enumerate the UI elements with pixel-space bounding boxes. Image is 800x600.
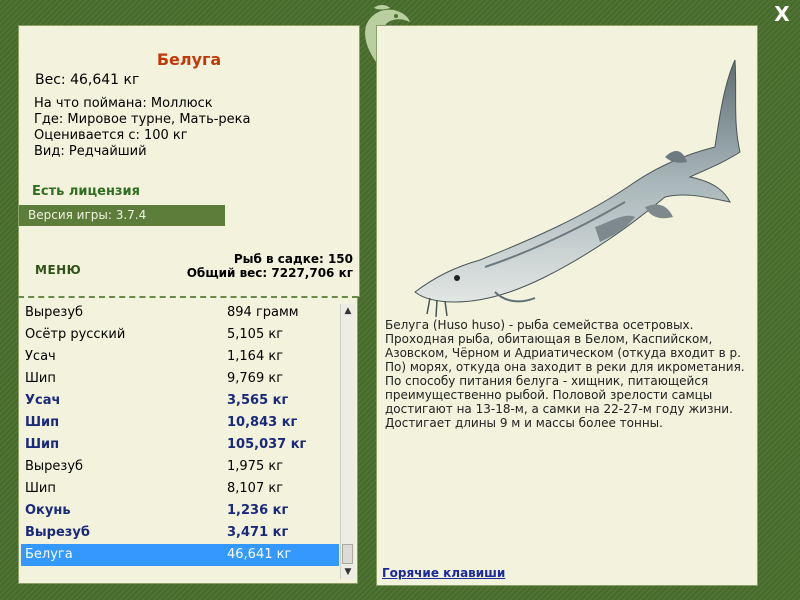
catch-list-panel: Вырезуб 894 грамм Осётр русский 5,105 кг У… <box>18 296 358 584</box>
item-name: Окунь <box>25 503 71 518</box>
list-item[interactable]: Шип 105,037 кг <box>21 434 339 456</box>
scroll-down-icon[interactable]: ▼ <box>341 565 355 579</box>
location: Где: Мировое турне, Мать-река <box>34 112 251 127</box>
item-weight: 105,037 кг <box>227 437 307 452</box>
item-name: Усач <box>25 393 61 408</box>
list-item[interactable]: Усач 3,565 кг <box>21 390 339 412</box>
item-name: Вырезуб <box>25 305 84 320</box>
rarity: Вид: Редчайший <box>34 144 147 159</box>
list-item[interactable]: Белуга 46,641 кг <box>21 544 339 566</box>
item-name: Шип <box>25 415 60 430</box>
valued-from: Оценивается с: 100 кг <box>34 128 188 143</box>
fish-title: Белуга <box>156 50 222 69</box>
list-item[interactable]: Шип 10,843 кг <box>21 412 339 434</box>
fish-count: Рыб в садке: 150 <box>233 252 353 266</box>
close-button[interactable]: X <box>772 4 792 24</box>
keepnet-stats: Рыб в садке: 150 Общий вес: 7227,706 кг <box>187 252 353 280</box>
list-item[interactable]: Вырезуб 894 грамм <box>21 302 339 324</box>
list-item[interactable]: Вырезуб 1,975 кг <box>21 456 339 478</box>
list-item[interactable]: Вырезуб 3,471 кг <box>21 522 339 544</box>
item-name: Белуга <box>25 547 73 562</box>
item-weight: 1,975 кг <box>227 459 284 474</box>
item-weight: 10,843 кг <box>227 415 298 430</box>
fish-description-panel: Белуга (Huso huso) - рыба семейства осет… <box>376 25 758 586</box>
caught-on: На что поймана: Моллюск <box>34 96 213 111</box>
menu-button[interactable]: МЕНЮ <box>35 263 81 277</box>
item-weight: 5,105 кг <box>227 327 284 342</box>
total-weight: Общий вес: 7227,706 кг <box>186 266 353 280</box>
list-item[interactable]: Окунь 1,236 кг <box>21 500 339 522</box>
hotkeys-link[interactable]: Горячие клавиши <box>382 566 505 580</box>
item-name: Осётр русский <box>25 327 126 342</box>
item-weight: 1,164 кг <box>227 349 284 364</box>
item-weight: 894 грамм <box>227 305 299 320</box>
item-name: Вырезуб <box>25 459 84 474</box>
list-item[interactable]: Шип 8,107 кг <box>21 478 339 500</box>
game-window-frame: X Белуга Вес: 46,641 кг На что поймана: … <box>0 0 800 600</box>
scroll-up-icon[interactable]: ▲ <box>341 304 355 318</box>
item-name: Усач <box>25 349 56 364</box>
fish-details: На что поймана: Моллюск Где: Мировое тур… <box>34 96 251 160</box>
item-weight: 8,107 кг <box>227 481 284 496</box>
license-status: Есть лицензия <box>32 184 140 199</box>
list-item[interactable]: Усач 1,164 кг <box>21 346 339 368</box>
item-name: Шип <box>25 481 56 496</box>
list-item[interactable]: Шип 9,769 кг <box>21 368 339 390</box>
list-scrollbar[interactable]: ▲ ▼ <box>340 304 355 579</box>
version-bar: Версия игры: 3.7.4 <box>19 205 225 226</box>
item-name: Шип <box>25 371 56 386</box>
item-name: Шип <box>25 437 60 452</box>
beluga-fish-image <box>414 59 741 318</box>
item-name: Вырезуб <box>25 525 90 540</box>
item-weight: 3,565 кг <box>227 393 289 408</box>
fish-description: Белуга (Huso huso) - рыба семейства осет… <box>385 318 745 430</box>
scroll-thumb[interactable] <box>342 544 353 564</box>
catch-list: Вырезуб 894 грамм Осётр русский 5,105 кг У… <box>21 302 339 566</box>
item-weight: 1,236 кг <box>227 503 289 518</box>
list-item[interactable]: Осётр русский 5,105 кг <box>21 324 339 346</box>
fish-info-panel: Белуга Вес: 46,641 кг На что поймана: Мо… <box>18 25 360 297</box>
item-weight: 3,471 кг <box>227 525 289 540</box>
fish-weight: Вес: 46,641 кг <box>35 72 140 88</box>
item-weight: 46,641 кг <box>227 547 292 562</box>
item-weight: 9,769 кг <box>227 371 284 386</box>
